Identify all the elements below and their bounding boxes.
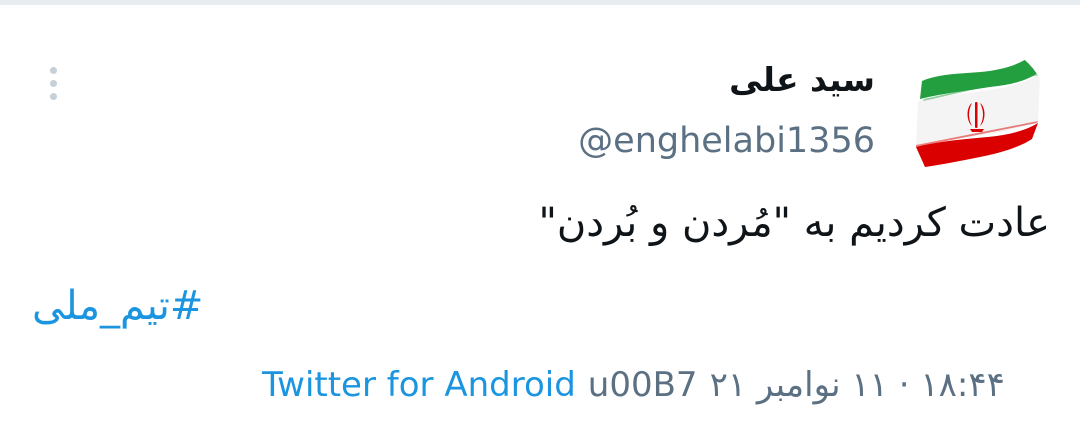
hashtag-link[interactable]: #تیم_ملی [32, 283, 203, 329]
meta-separator: u00B7 [587, 365, 698, 405]
tweet-card[interactable]: سید علی @enghelabi1356 عادت کردیم به "مُ… [0, 5, 1080, 444]
avatar[interactable] [900, 41, 1050, 191]
username[interactable]: @enghelabi1356 [578, 121, 875, 161]
more-dot-icon [49, 79, 57, 87]
more-options-button[interactable] [40, 63, 66, 103]
more-dot-icon [49, 92, 57, 100]
iran-flag-avatar-icon [900, 41, 1050, 191]
tweet-meta: Twitter for Android u00B7 ۱۸:۴۴ · ۱۱ نوا… [262, 365, 1005, 405]
source-link[interactable]: Twitter for Android [262, 365, 576, 405]
more-dot-icon [49, 66, 57, 74]
timestamp[interactable]: ۱۸:۴۴ · ۱۱ نوامبر ۲۱ [710, 365, 1005, 405]
display-name[interactable]: سید علی [729, 60, 875, 99]
tweet-text: عادت کردیم به "مُردن و بُردن" [538, 200, 1050, 246]
